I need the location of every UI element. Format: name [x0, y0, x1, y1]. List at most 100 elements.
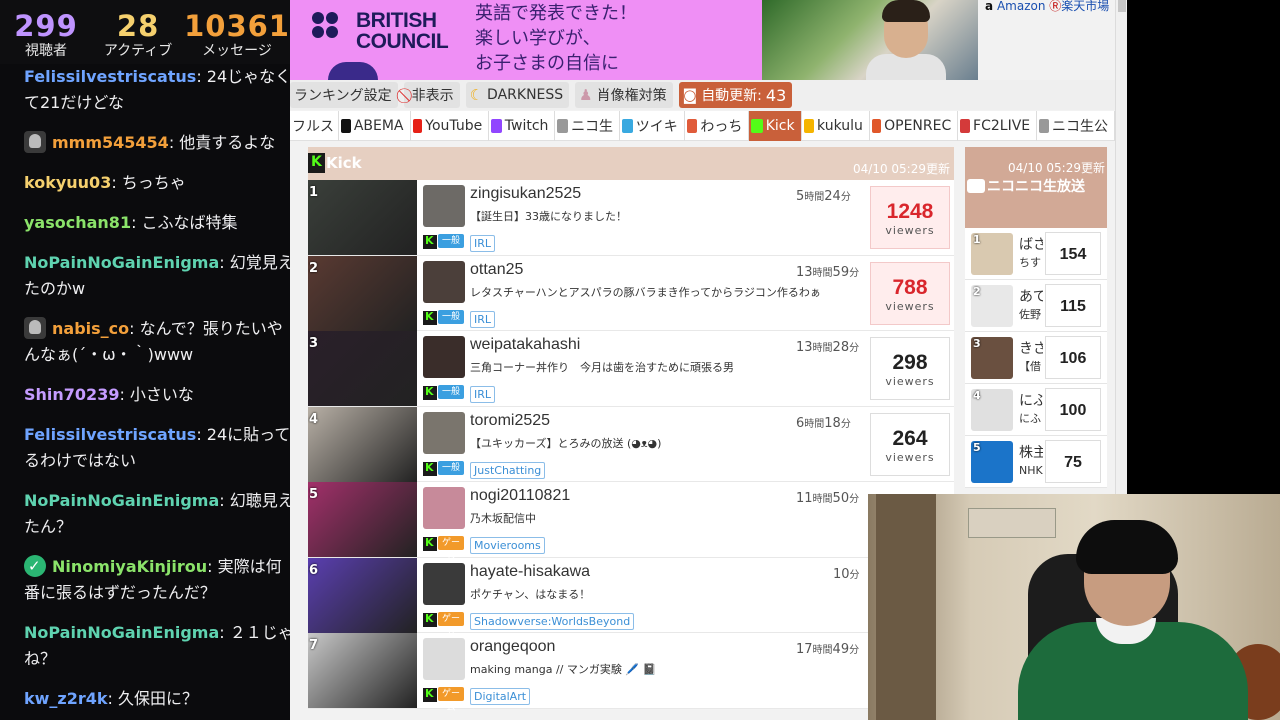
streamer-avatar[interactable]: [423, 487, 465, 529]
site-tab[interactable]: ABEMA: [339, 110, 411, 141]
stream-title[interactable]: 【誕生日】33歳になりました！: [470, 208, 835, 224]
stream-title[interactable]: レタスチャーハンとアスパラの豚バラまき作ってからラジコン作るわぁ: [470, 284, 835, 300]
streamer-avatar[interactable]: [423, 562, 465, 605]
darkness-button[interactable]: ☾ DARKNESS: [465, 82, 570, 108]
site-tab[interactable]: OPENREC: [870, 110, 959, 141]
niconico-row[interactable]: 5 株主 NHK 75: [965, 436, 1107, 488]
stream-tag[interactable]: JustChatting: [470, 461, 546, 479]
chat-username[interactable]: nabis_co: [52, 319, 129, 338]
streamer-name[interactable]: orangeqoon: [470, 638, 555, 656]
stream-row[interactable]: 1 一般 zingisukan2525 5時間24分【誕生日】33歳になりました！ IR…: [308, 180, 954, 256]
niconico-rank: 5: [973, 441, 981, 454]
stream-title[interactable]: 乃木坂配信中: [470, 510, 835, 526]
stream-title[interactable]: 【ユキッカーズ】とろみの放送 (◕ᴥ◕): [470, 435, 835, 451]
site-tab[interactable]: kukulu: [802, 110, 870, 141]
site-tab[interactable]: ニコ生公: [1037, 110, 1115, 141]
site-tab[interactable]: FC2LIVE: [958, 110, 1038, 141]
ranking-settings-button[interactable]: ランキング設定: [290, 82, 398, 108]
stream-row[interactable]: 2 一般 ottan25 13時間59分レタスチャーハンとアスパラの豚バラまき作ってか…: [308, 255, 954, 331]
niconico-thumbnail[interactable]: 4: [971, 389, 1013, 431]
chat-username[interactable]: NoPainNoGainEnigma: [24, 623, 219, 642]
stream-tag[interactable]: IRL: [470, 235, 496, 252]
stream-thumbnail[interactable]: 2: [308, 255, 417, 331]
stream-tag[interactable]: IRL: [470, 310, 496, 328]
streamer-name[interactable]: hayate-hisakawa: [470, 563, 590, 581]
chat-username[interactable]: Felissilvestriscatus: [24, 67, 196, 86]
chat-username[interactable]: kw_z2r4k: [24, 689, 108, 708]
streamer-avatar[interactable]: [423, 336, 465, 378]
auto-update-button[interactable]: ◙ 自動更新: 43: [678, 82, 793, 108]
streamer-avatar[interactable]: [423, 260, 465, 303]
stream-thumbnail[interactable]: 4: [308, 406, 417, 482]
stream-rank: 6: [309, 562, 319, 578]
chat-username[interactable]: Shin70239: [24, 385, 119, 404]
stream-thumbnail[interactable]: 6: [308, 557, 417, 633]
scrollbar-thumb[interactable]: [1118, 0, 1126, 12]
stream-title[interactable]: making manga // マンガ実験 🖊️ 📓: [470, 661, 835, 677]
streamer-avatar[interactable]: [423, 638, 465, 680]
stream-row[interactable]: 3 一般 weipatakahashi 13時間28分三角コーナー丼作り 今月は歯を治…: [308, 331, 954, 407]
chat-username[interactable]: yasochan81: [24, 213, 131, 232]
streamer-name[interactable]: nogi20110821: [470, 487, 570, 505]
stream-title[interactable]: ポケチャン、はなまる！: [470, 586, 835, 602]
niconico-sub: にふ: [1019, 412, 1041, 425]
stream-thumbnail[interactable]: 7: [308, 633, 417, 708]
niconico-title[interactable]: ばさ ちす: [1019, 236, 1043, 272]
stream-thumbnail[interactable]: 3: [308, 331, 417, 406]
site-tab[interactable]: ツイキ: [620, 110, 685, 141]
site-tab[interactable]: フルス: [290, 110, 339, 141]
amazon-link[interactable]: a Amazon Ⓡ楽天市場: [985, 0, 1115, 13]
chat-message: yasochan81: こふなば特集: [24, 210, 296, 236]
stream-tag[interactable]: DigitalArt: [470, 688, 531, 705]
hide-button[interactable]: ⃠非表示: [403, 82, 460, 108]
stream-row[interactable]: 6 ゲーム hayate-hisakawa 10分ポケチャン、はなまる！ Shadowv…: [308, 557, 954, 638]
niconico-panel-header: 04/10 05:29更新 ニコニコ生放送: [965, 147, 1107, 228]
chat-username[interactable]: kokyuu03: [24, 173, 111, 192]
site-tab[interactable]: YouTube: [411, 110, 490, 141]
page-scrollbar[interactable]: [1115, 0, 1127, 496]
niconico-title-text: ニコニコ生放送: [987, 179, 1085, 195]
niconico-title[interactable]: あて 佐野: [1019, 288, 1043, 324]
stream-row[interactable]: 4 一般 toromi2525 6時間18分【ユキッカーズ】とろみの放送 (◕ᴥ◕) J…: [308, 406, 954, 482]
chat-username[interactable]: NoPainNoGainEnigma: [24, 491, 219, 510]
niconico-thumbnail[interactable]: 2: [971, 285, 1013, 327]
stream-tag[interactable]: Shadowverse:WorldsBeyond: [470, 612, 635, 630]
stream-tag[interactable]: IRL: [470, 386, 496, 403]
chat-username[interactable]: mmm545454: [52, 133, 169, 152]
niconico-title[interactable]: にふ にふ: [1019, 392, 1043, 428]
streamer-name[interactable]: weipatakahashi: [470, 336, 580, 354]
chat-username[interactable]: NinomiyaKinjirou: [52, 557, 207, 576]
advertisement-banner[interactable]: BRITISH COUNCIL 英語で発表できた！ 楽しい学びが、 お子さまの自…: [290, 0, 978, 80]
site-logo-icon: [1039, 118, 1049, 133]
elapsed-minutes: 49: [832, 642, 850, 657]
streamer-name[interactable]: toromi2525: [470, 412, 550, 430]
niconico-thumbnail[interactable]: 5: [971, 441, 1013, 483]
chat-username[interactable]: Felissilvestriscatus: [24, 425, 196, 444]
stream-row[interactable]: 5 ゲーム nogi20110821 11時間50分乃木坂配信中 Movierooms: [308, 482, 954, 562]
chat-username[interactable]: NoPainNoGainEnigma: [24, 253, 219, 272]
niconico-title[interactable]: 株主 NHK: [1019, 444, 1043, 480]
streamer-avatar[interactable]: [423, 411, 465, 454]
niconico-thumbnail[interactable]: 1: [971, 233, 1013, 275]
portrait-rights-button[interactable]: ♟ 肖像権対策: [575, 82, 673, 108]
site-tab[interactable]: ニコ生: [555, 110, 621, 141]
rakuten-label[interactable]: 楽天市場: [1061, 0, 1109, 13]
niconico-row[interactable]: 3 きさ 【借 106: [965, 332, 1107, 384]
niconico-row[interactable]: 4 にふ にふ 100: [965, 384, 1107, 436]
niconico-row[interactable]: 1 ばさ ちす 154: [965, 228, 1107, 280]
niconico-row[interactable]: 2 あて 佐野 115: [965, 280, 1107, 332]
niconico-title[interactable]: きさ 【借: [1019, 340, 1043, 376]
minutes-unit: 分: [849, 494, 860, 505]
site-tab[interactable]: Kick: [749, 110, 802, 141]
streamer-avatar[interactable]: [423, 185, 465, 227]
site-tab[interactable]: Twitch: [489, 110, 556, 141]
streamer-name[interactable]: ottan25: [470, 261, 523, 279]
stream-tag[interactable]: Movierooms: [470, 537, 545, 554]
streamer-name[interactable]: zingisukan2525: [470, 185, 581, 203]
site-tab[interactable]: わっち: [685, 110, 750, 141]
niconico-thumbnail[interactable]: 3: [971, 337, 1013, 379]
stream-thumbnail[interactable]: 5: [308, 482, 417, 557]
stream-row[interactable]: 7 ゲーム orangeqoon 17時間49分 making manga // マンガ…: [308, 633, 954, 713]
stream-title[interactable]: 三角コーナー丼作り 今月は歯を治すために頑張る男: [470, 359, 835, 375]
stream-thumbnail[interactable]: 1: [308, 180, 417, 255]
